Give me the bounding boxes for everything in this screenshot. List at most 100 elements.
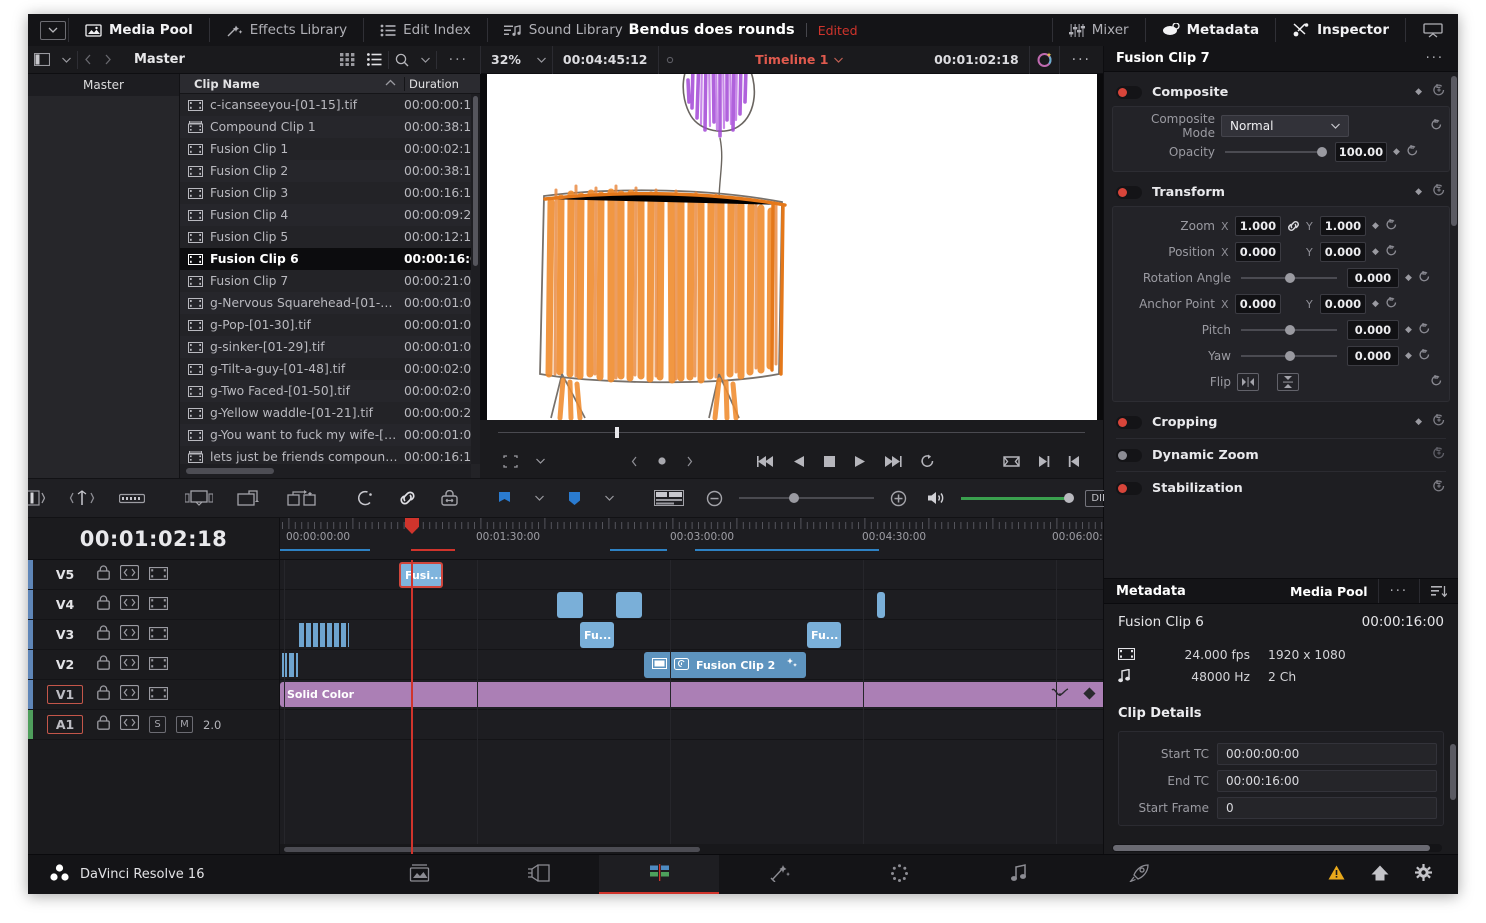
table-row[interactable]: Fusion Clip 7 00:00:21:0	[180, 270, 480, 292]
section-dynamic-zoom-header[interactable]: Dynamic Zoom	[1112, 441, 1450, 469]
anchor-y-value[interactable]: 0.000	[1320, 294, 1366, 314]
flag-dropdown-button[interactable]	[523, 495, 556, 501]
table-row[interactable]: g-Yellow waddle-[01-21].tif 00:00:00:2	[180, 402, 480, 424]
track-lock-button[interactable]	[97, 565, 110, 584]
flag-icon[interactable]	[486, 491, 523, 506]
rotation-value[interactable]: 0.000	[1347, 268, 1399, 288]
timeline-clip[interactable]: Fu...	[807, 622, 841, 648]
metadata-sort-button[interactable]	[1419, 579, 1458, 603]
page-fusion[interactable]	[719, 855, 839, 894]
dynamic-trim-mode-button[interactable]	[57, 490, 107, 506]
sidebar-toggle-button[interactable]	[28, 46, 56, 73]
track-header-v4[interactable]: V4	[28, 590, 279, 620]
clip-keyframe-diamond-icon[interactable]	[1083, 687, 1096, 703]
track-name[interactable]: A1	[46, 715, 84, 734]
trim-edit-mode-button[interactable]	[28, 490, 57, 506]
viewer-timeline-dropdown[interactable]	[828, 46, 849, 73]
table-row[interactable]: Fusion Clip 4 00:00:09:2	[180, 204, 480, 226]
mark-out-button[interactable]	[1029, 455, 1059, 468]
flip-reset-icon[interactable]	[1430, 374, 1443, 391]
back-button[interactable]	[78, 46, 98, 73]
column-header-duration[interactable]: Duration	[404, 76, 480, 91]
forward-button[interactable]	[98, 46, 118, 73]
track-name[interactable]: V4	[56, 597, 74, 612]
timeline-clip[interactable]: Fusi...	[399, 562, 443, 588]
start-frame-field[interactable]: 0	[1217, 796, 1437, 819]
track-header-v2[interactable]: V2	[28, 650, 279, 680]
next-keyframe-button[interactable]	[677, 456, 702, 467]
track-header-a1[interactable]: A1 S M 2.0	[28, 710, 279, 740]
zoom-in-button[interactable]	[880, 490, 917, 507]
track-header-v5[interactable]: V5	[28, 560, 279, 590]
list-view-button[interactable]	[361, 46, 388, 73]
scrubber-playhead[interactable]	[615, 426, 620, 438]
yaw-slider[interactable]	[1241, 351, 1337, 361]
tree-root-label[interactable]: Master	[28, 74, 179, 96]
page-deliver[interactable]	[1079, 855, 1199, 894]
end-tc-field[interactable]: 00:00:16:00	[1217, 769, 1437, 792]
composite-mode-select[interactable]: Normal	[1221, 115, 1349, 137]
viewer-options-button[interactable]: ···	[1060, 46, 1103, 73]
start-tc-field[interactable]: 00:00:00:00	[1217, 742, 1437, 765]
table-row[interactable]: c-icanseeyou-[01-15].tif 00:00:00:1	[180, 94, 480, 116]
timeline-view-options-button[interactable]	[642, 490, 696, 506]
marker-icon[interactable]	[556, 491, 593, 506]
zoom-reset-icon[interactable]	[1385, 218, 1398, 235]
composite-keyframe-icon[interactable]: ◆	[1415, 87, 1422, 97]
project-manager-dropdown[interactable]	[40, 20, 66, 40]
track-fx-button[interactable]	[119, 654, 140, 674]
metadata-horizontal-scrollbar[interactable]	[1112, 844, 1442, 852]
stabilization-enable-toggle[interactable]	[1116, 481, 1142, 495]
home-icon[interactable]	[1371, 865, 1389, 885]
table-row[interactable]: Fusion Clip 6 00:00:16:0	[180, 248, 480, 270]
anchor-reset-icon[interactable]	[1385, 296, 1398, 313]
flip-vertical-button[interactable]	[1277, 373, 1299, 391]
composite-enable-toggle[interactable]	[1116, 85, 1142, 99]
pitch-keyframe-icon[interactable]: ◆	[1405, 325, 1412, 335]
position-keyframe-icon[interactable]: ◆	[1372, 247, 1379, 257]
timeline-ruler[interactable]: 00:00:00:00 00:01:30:00 00:03:00:00 00:04:3…	[280, 518, 1103, 559]
track-lane-v2[interactable]: Fusion Clip 2	[280, 650, 1103, 680]
overwrite-clip-button[interactable]	[225, 490, 275, 506]
table-row[interactable]: g-Tilt-a-guy-[01-48].tif 00:00:02:0	[180, 358, 480, 380]
track-video-toggle[interactable]	[148, 565, 169, 584]
dynamic-zoom-enable-toggle[interactable]	[1116, 448, 1142, 462]
viewer-mode-dropdown[interactable]	[527, 458, 554, 464]
track-header-v3[interactable]: V3	[28, 620, 279, 650]
solo-button[interactable]: S	[149, 716, 166, 733]
gear-icon[interactable]	[1415, 864, 1432, 885]
pitch-slider[interactable]	[1241, 325, 1337, 335]
table-row[interactable]: Compound Clip 1 00:00:38:1	[180, 116, 480, 138]
timeline-clip[interactable]	[877, 592, 885, 618]
zoom-link-icon[interactable]	[1287, 217, 1300, 236]
track-fx-button[interactable]	[119, 714, 140, 734]
section-cropping-header[interactable]: Cropping ◆	[1112, 408, 1450, 436]
cropping-enable-toggle[interactable]	[1116, 415, 1142, 429]
viewer-marker-icon[interactable]	[659, 46, 681, 73]
table-row[interactable]: Fusion Clip 5 00:00:12:1	[180, 226, 480, 248]
track-lane-v1[interactable]: Solid Color	[280, 680, 1103, 710]
viewer-canvas[interactable]	[480, 74, 1103, 420]
page-color[interactable]	[839, 855, 959, 894]
cropping-keyframe-icon[interactable]: ◆	[1415, 417, 1422, 427]
timeline-clip[interactable]: Fusion Clip 2	[644, 652, 806, 678]
flip-horizontal-button[interactable]	[1237, 373, 1259, 391]
table-row[interactable]: g-Pop-[01-30].tif 00:00:01:0	[180, 314, 480, 336]
clip-keyframe-curve-icon[interactable]	[1051, 688, 1069, 701]
rotation-reset-icon[interactable]	[1418, 270, 1431, 287]
pitch-value[interactable]: 0.000	[1347, 320, 1399, 340]
loop-button[interactable]	[911, 454, 944, 468]
table-row[interactable]: Fusion Clip 2 00:00:38:1	[180, 160, 480, 182]
opacity-value[interactable]: 100.00	[1335, 142, 1387, 162]
viewer-scrubber[interactable]	[480, 420, 1103, 444]
position-y-value[interactable]: 0.000	[1320, 242, 1366, 262]
metadata-options-button[interactable]: ···	[1377, 579, 1419, 603]
metadata-source-label[interactable]: Media Pool	[1290, 584, 1378, 599]
section-stabilization-header[interactable]: Stabilization	[1112, 474, 1450, 502]
viewer-timeline-name[interactable]: Timeline 1	[755, 52, 828, 67]
razor-tool-button[interactable]	[107, 492, 157, 505]
track-lane-a1[interactable]	[280, 710, 1103, 740]
tab-effects-library[interactable]: Effects Library	[212, 14, 361, 46]
table-row[interactable]: Fusion Clip 3 00:00:16:1	[180, 182, 480, 204]
timeline-clip[interactable]	[557, 592, 583, 618]
